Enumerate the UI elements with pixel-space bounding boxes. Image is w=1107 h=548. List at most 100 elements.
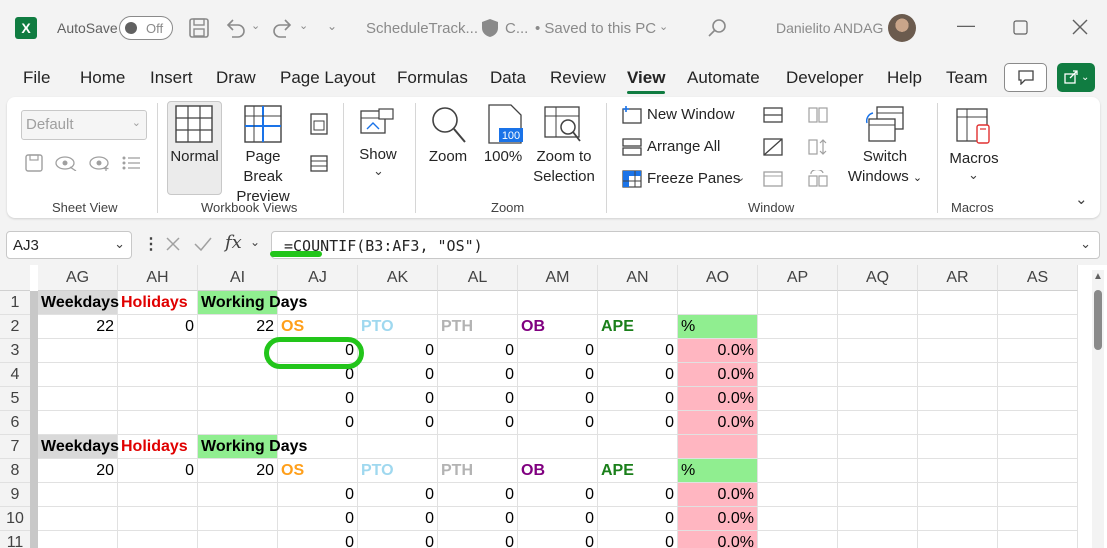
vertical-scrollbar[interactable]: ▲ (1092, 270, 1104, 548)
freeze-panes-button[interactable]: Freeze Panes (647, 170, 740, 187)
cell-ah7[interactable]: Holidays (118, 435, 198, 459)
cell-empty[interactable] (758, 459, 838, 483)
column-header[interactable]: AP (758, 265, 838, 291)
cell-al7[interactable] (438, 435, 518, 459)
cell-empty[interactable] (998, 483, 1078, 507)
cell-al10[interactable]: 0 (438, 507, 518, 531)
cell-am10[interactable]: 0 (518, 507, 598, 531)
cell-al5[interactable]: 0 (438, 387, 518, 411)
cell-ah2[interactable]: 0 (118, 315, 198, 339)
cell-empty[interactable] (758, 483, 838, 507)
cell-an2[interactable]: APE (598, 315, 678, 339)
cell-aj5[interactable]: 0 (278, 387, 358, 411)
cell-empty[interactable] (758, 435, 838, 459)
cell-an5[interactable]: 0 (598, 387, 678, 411)
cell-empty[interactable] (998, 531, 1078, 548)
keep-sheet-view-icon[interactable] (25, 154, 43, 172)
sheet-view-options-icon[interactable] (121, 155, 141, 171)
tab-draw[interactable]: Draw (216, 68, 256, 88)
cell-empty[interactable] (918, 363, 998, 387)
cell-ag4[interactable] (38, 363, 118, 387)
cell-ah4[interactable] (118, 363, 198, 387)
cell-ag3[interactable] (38, 339, 118, 363)
switch-windows-button[interactable]: Switch Windows ⌄ (843, 147, 927, 188)
cell-ao8[interactable]: % (678, 459, 758, 483)
page-break-preview-icon[interactable] (244, 105, 282, 143)
row-header[interactable]: 10 (0, 507, 30, 531)
name-box[interactable]: AJ3 ⌄ (6, 231, 132, 259)
cell-an10[interactable]: 0 (598, 507, 678, 531)
maximize-icon[interactable] (1013, 20, 1028, 35)
cell-empty[interactable] (758, 291, 838, 315)
cell-empty[interactable] (838, 387, 918, 411)
search-icon[interactable] (706, 17, 728, 39)
cell-ah9[interactable] (118, 483, 198, 507)
cell-empty[interactable] (838, 339, 918, 363)
user-name[interactable]: Danielito ANDAG (776, 20, 883, 36)
save-icon[interactable] (188, 17, 210, 39)
cell-am11[interactable]: 0 (518, 531, 598, 548)
row-header[interactable]: 1 (0, 291, 30, 315)
column-header[interactable]: AL (438, 265, 518, 291)
sheet-view-dropdown[interactable]: Default ⌄ (21, 110, 147, 140)
cell-empty[interactable] (918, 531, 998, 548)
cell-ao9[interactable]: 0.0% (678, 483, 758, 507)
freeze-panes-dropdown-icon[interactable]: ⌄ (736, 171, 745, 184)
cell-ag9[interactable] (38, 483, 118, 507)
cell-an8[interactable]: APE (598, 459, 678, 483)
cell-ah8[interactable]: 0 (118, 459, 198, 483)
cell-empty[interactable] (918, 459, 998, 483)
hide-window-icon[interactable] (762, 138, 784, 156)
cell-an6[interactable]: 0 (598, 411, 678, 435)
cell-ao4[interactable]: 0.0% (678, 363, 758, 387)
column-header[interactable]: AR (918, 265, 998, 291)
qat-more-icon[interactable]: ⌄ (327, 19, 337, 33)
row-header[interactable]: 4 (0, 363, 30, 387)
cell-ak9[interactable]: 0 (358, 483, 438, 507)
cell-ag10[interactable] (38, 507, 118, 531)
cell-aj11[interactable]: 0 (278, 531, 358, 548)
row-header[interactable]: 5 (0, 387, 30, 411)
cell-an3[interactable]: 0 (598, 339, 678, 363)
shield-icon[interactable] (481, 18, 499, 38)
redo-dropdown-icon[interactable]: ⌄ (299, 19, 308, 32)
column-header[interactable]: AK (358, 265, 438, 291)
cell-am8[interactable]: OB (518, 459, 598, 483)
column-header[interactable]: AJ (278, 265, 358, 291)
undo-dropdown-icon[interactable]: ⌄ (251, 19, 260, 32)
enter-icon[interactable] (193, 235, 213, 253)
cell-empty[interactable] (918, 483, 998, 507)
cell-empty[interactable] (998, 411, 1078, 435)
cell-empty[interactable] (998, 363, 1078, 387)
cell-ai10[interactable] (198, 507, 278, 531)
show-icon[interactable] (359, 107, 397, 139)
cell-empty[interactable] (998, 387, 1078, 411)
tab-formulas[interactable]: Formulas (397, 68, 468, 88)
cell-ah11[interactable] (118, 531, 198, 548)
show-label[interactable]: Show (353, 145, 403, 165)
cell-al8[interactable]: PTH (438, 459, 518, 483)
row-header[interactable]: 11 (0, 531, 30, 548)
tab-developer[interactable]: Developer (786, 68, 864, 88)
reset-window-position-icon[interactable] (807, 170, 829, 188)
new-sheet-view-icon[interactable] (89, 155, 111, 171)
cell-aj9[interactable]: 0 (278, 483, 358, 507)
scrollbar-thumb[interactable] (1094, 290, 1102, 350)
scroll-up-icon[interactable]: ▲ (1093, 271, 1103, 282)
cell-empty[interactable] (838, 483, 918, 507)
cell-am1[interactable] (518, 291, 598, 315)
cell-ai9[interactable] (198, 483, 278, 507)
cell-ak1[interactable] (358, 291, 438, 315)
cell-ag1[interactable]: Weekdays (38, 291, 119, 315)
cell-ao3[interactable]: 0.0% (678, 339, 758, 363)
row-header[interactable]: 6 (0, 411, 30, 435)
macros-dropdown-icon[interactable]: ⌄ (968, 167, 979, 183)
share-button[interactable]: ⌄ (1057, 63, 1095, 92)
view-side-by-side-icon[interactable] (807, 106, 829, 124)
tab-view[interactable]: View (627, 68, 666, 94)
minimize-icon[interactable]: — (957, 15, 975, 36)
cell-empty[interactable] (918, 315, 998, 339)
new-window-button[interactable]: New Window (647, 106, 735, 123)
cell-empty[interactable] (758, 411, 838, 435)
row-header[interactable]: 3 (0, 339, 30, 363)
